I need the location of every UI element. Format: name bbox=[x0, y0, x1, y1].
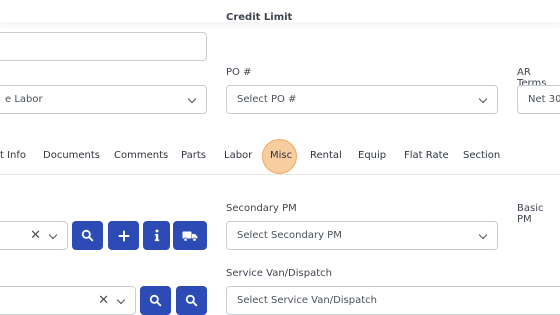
tab-section[interactable]: Section bbox=[463, 150, 500, 161]
tab-documents[interactable]: Documents bbox=[43, 150, 100, 161]
chevron-down-icon bbox=[117, 297, 125, 305]
labor-select[interactable]: e Labor bbox=[0, 85, 207, 114]
po-select[interactable]: Select PO # bbox=[226, 85, 498, 114]
top-left-input[interactable] bbox=[0, 32, 207, 61]
po-placeholder: Select PO # bbox=[237, 94, 297, 105]
tab-equip[interactable]: Equip bbox=[358, 150, 386, 161]
secondary-pm-label: Secondary PM bbox=[226, 203, 297, 214]
search-button[interactable] bbox=[176, 286, 207, 315]
tab-parts[interactable]: Parts bbox=[181, 150, 206, 161]
info-icon bbox=[154, 229, 159, 242]
page: Credit Limit e Labor PO # Select PO # AR… bbox=[0, 0, 560, 315]
left-select-1[interactable]: ✕ bbox=[0, 221, 68, 250]
search-button[interactable] bbox=[140, 286, 171, 315]
service-van-label: Service Van/Dispatch bbox=[226, 268, 332, 279]
labor-select-value: e Labor bbox=[5, 94, 43, 105]
tab-rental[interactable]: Rental bbox=[310, 150, 342, 161]
search-icon bbox=[185, 294, 198, 307]
dispatch-button[interactable] bbox=[173, 221, 207, 250]
left-select-2[interactable]: ✕ bbox=[0, 286, 136, 315]
tab-contact-info[interactable]: t Info bbox=[0, 150, 26, 161]
basic-pm-label: Basic PM bbox=[517, 203, 544, 225]
truck-icon bbox=[182, 231, 198, 242]
service-van-select[interactable]: Select Service Van/Dispatch bbox=[226, 286, 560, 315]
chevron-down-icon bbox=[479, 232, 487, 240]
service-van-placeholder: Select Service Van/Dispatch bbox=[237, 295, 377, 306]
tabs-divider bbox=[0, 174, 560, 175]
credit-limit-label: Credit Limit bbox=[226, 12, 293, 23]
ar-terms-select[interactable]: Net 30 bbox=[517, 85, 560, 114]
chevron-down-icon bbox=[49, 232, 57, 240]
po-label: PO # bbox=[226, 67, 252, 78]
clear-icon[interactable]: ✕ bbox=[30, 229, 41, 242]
plus-icon bbox=[118, 230, 129, 241]
tab-labor[interactable]: Labor bbox=[224, 150, 252, 161]
secondary-pm-select[interactable]: Select Secondary PM bbox=[226, 221, 498, 250]
secondary-pm-placeholder: Select Secondary PM bbox=[237, 230, 342, 241]
ar-terms-value: Net 30 bbox=[528, 94, 560, 105]
search-button[interactable] bbox=[72, 221, 103, 250]
tab-flat-rate[interactable]: Flat Rate bbox=[404, 150, 449, 161]
info-button[interactable] bbox=[143, 221, 170, 250]
add-button[interactable] bbox=[108, 221, 139, 250]
chevron-down-icon bbox=[188, 96, 196, 104]
chevron-down-icon bbox=[479, 96, 487, 104]
clear-icon[interactable]: ✕ bbox=[98, 294, 109, 307]
tab-comments[interactable]: Comments bbox=[114, 150, 168, 161]
search-icon bbox=[81, 229, 94, 242]
tab-misc[interactable]: Misc bbox=[270, 150, 292, 161]
search-icon bbox=[149, 294, 162, 307]
